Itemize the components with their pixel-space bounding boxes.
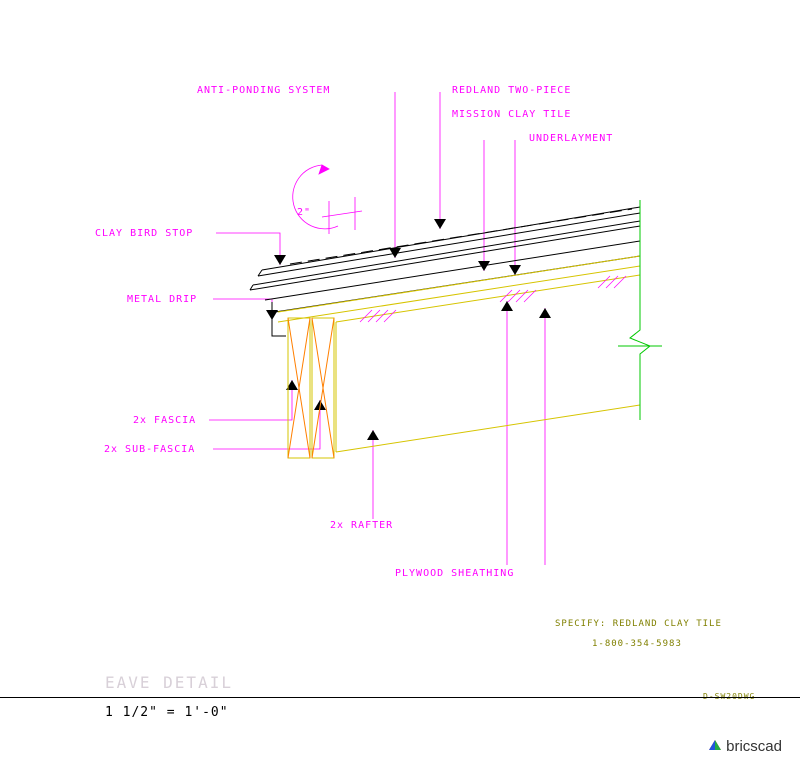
label-clay-bird-stop: CLAY BIRD STOP (95, 228, 193, 239)
logo-text: bricscad (726, 738, 782, 755)
drawing-title: EAVE DETAIL (105, 673, 233, 692)
label-anti-ponding: ANTI-PONDING SYSTEM (197, 85, 330, 96)
eave-detail-drawing (0, 0, 800, 767)
label-redland-2: MISSION CLAY TILE (452, 109, 571, 120)
label-redland-1: REDLAND TWO-PIECE (452, 85, 571, 96)
label-rafter: 2x RAFTER (330, 520, 393, 531)
drawing-scale: 1 1/2" = 1'-0" (105, 705, 229, 720)
title-divider (0, 697, 800, 698)
label-dim-2in: 2" (297, 207, 311, 218)
bricscad-logo: bricscad (708, 738, 782, 755)
label-metal-drip: METAL DRIP (127, 294, 197, 305)
label-sub-fascia: 2x SUB-FASCIA (104, 444, 195, 455)
logo-icon (708, 739, 722, 753)
label-underlayment: UNDERLAYMENT (529, 133, 613, 144)
label-plywood: PLYWOOD SHEATHING (395, 568, 514, 579)
spec-line-2: 1-800-354-5983 (592, 639, 682, 649)
spec-line-1: SPECIFY: REDLAND CLAY TILE (555, 619, 722, 629)
label-fascia: 2x FASCIA (133, 415, 196, 426)
